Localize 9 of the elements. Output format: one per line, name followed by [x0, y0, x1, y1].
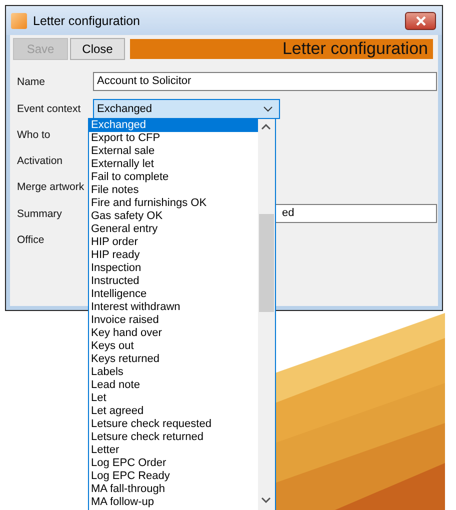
field-label: Who to: [16, 129, 52, 141]
field-label: Name: [16, 76, 46, 88]
field-label: Merge artwork: [16, 181, 86, 193]
field-label: Activation: [16, 155, 64, 167]
field-label: Summary: [16, 208, 63, 220]
window-title: Letter configuration: [33, 14, 142, 28]
header-banner: Letter configuration: [130, 39, 433, 59]
field-label: Event context: [16, 102, 82, 114]
field-label: Office: [16, 234, 46, 246]
